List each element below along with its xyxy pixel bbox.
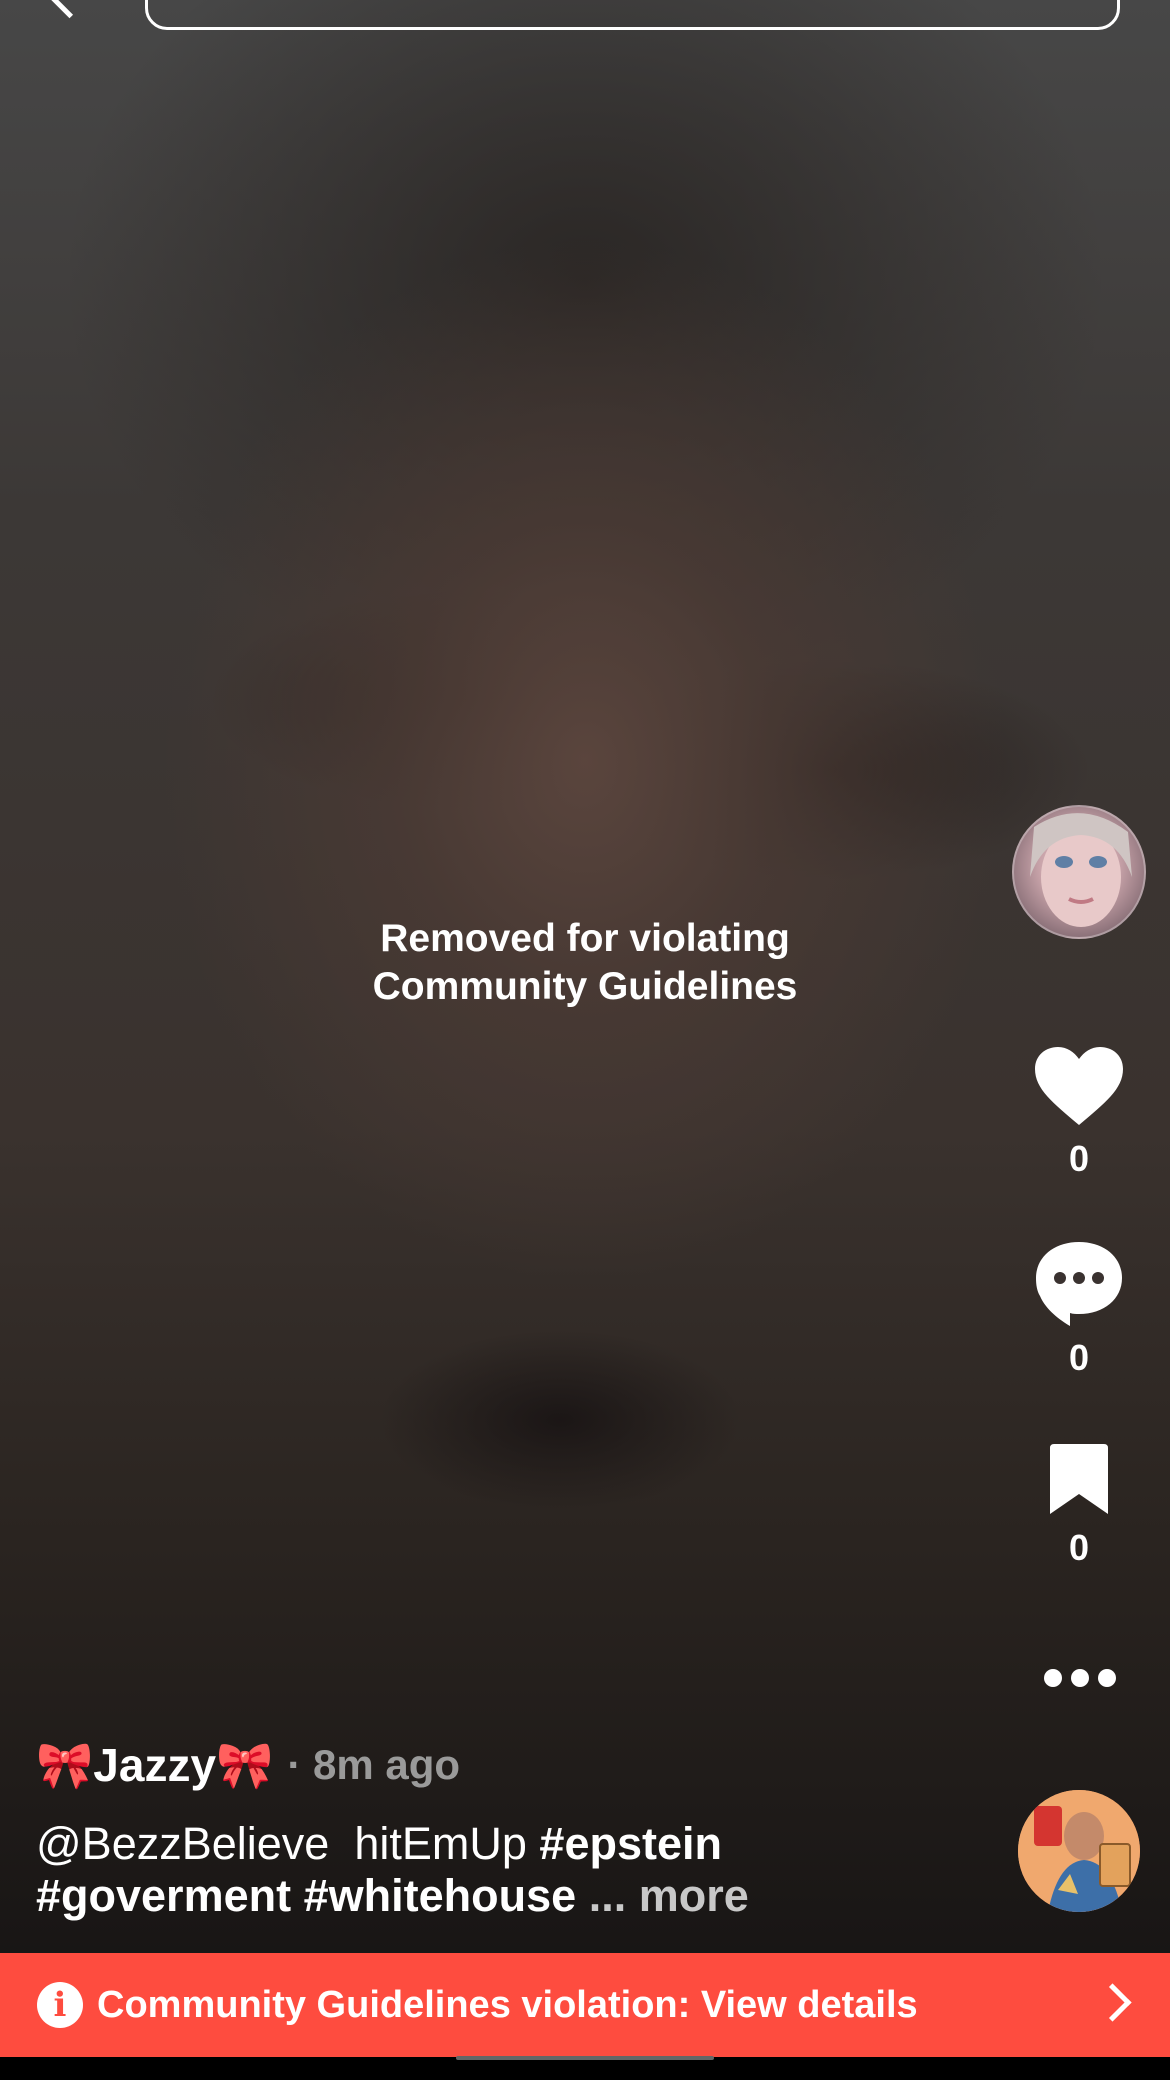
like-action[interactable]: 0 — [1010, 1045, 1148, 1180]
home-indicator — [456, 2056, 714, 2060]
removed-notice-line2: Community Guidelines — [372, 965, 798, 1008]
hashtag-goverment[interactable]: #goverment — [36, 1870, 291, 1921]
bookmark-icon — [1050, 1444, 1108, 1514]
hashtag-whitehouse[interactable]: #whitehouse — [304, 1870, 577, 1921]
caption-text: hitEmUp — [354, 1818, 527, 1869]
post-timestamp: · 8m ago — [287, 1741, 461, 1788]
like-count: 0 — [1068, 1138, 1090, 1179]
violation-banner[interactable]: i Community Guidelines violation: View d… — [0, 1953, 1170, 2057]
removed-notice: Removed for violating Community Guidelin… — [0, 915, 1170, 1011]
comment-action[interactable]: 0 — [1010, 1240, 1148, 1379]
search-input[interactable] — [145, 0, 1120, 30]
chevron-right-icon — [1093, 1983, 1132, 2022]
caption-mention[interactable]: @BezzBelieve — [36, 1818, 329, 1869]
post-caption: @BezzBelieve hitEmUp #epstein #goverment… — [36, 1818, 996, 1922]
bookmark-count: 0 — [1068, 1527, 1090, 1568]
caption-ellipsis: ... — [588, 1870, 627, 1921]
avatar-face — [1030, 813, 1132, 927]
hashtag-epstein[interactable]: #epstein — [539, 1818, 722, 1869]
search-icon — [170, 0, 220, 15]
caption-more-link[interactable]: more — [639, 1870, 749, 1921]
comment-icon — [1036, 1242, 1122, 1326]
bookmark-action[interactable]: 0 — [1010, 1442, 1148, 1569]
heart-icon — [1035, 1047, 1123, 1125]
removed-notice-line1: Removed for violating — [380, 917, 790, 960]
post-meta: 🎀Jazzy🎀 · 8m ago — [36, 1730, 460, 1800]
comment-count: 0 — [1068, 1337, 1090, 1378]
info-icon: i — [37, 1982, 83, 2028]
violation-banner-text: Community Guidelines violation: View det… — [97, 1983, 918, 2026]
sound-avatar[interactable] — [1018, 1790, 1140, 1912]
sound-avatar-image — [1018, 1790, 1140, 1912]
more-icon[interactable] — [1044, 1668, 1116, 1688]
creator-avatar[interactable] — [1012, 805, 1146, 939]
username[interactable]: 🎀Jazzy🎀 — [36, 1738, 273, 1793]
